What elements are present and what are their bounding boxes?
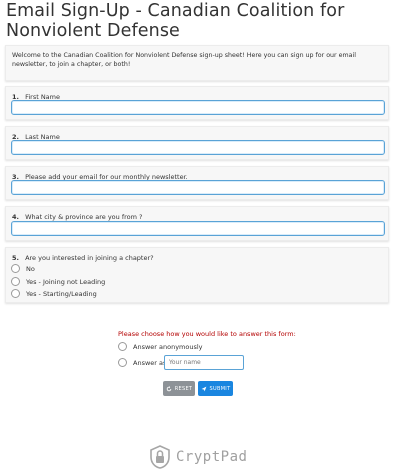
radio-button[interactable]	[11, 289, 20, 298]
option-label: No	[26, 264, 35, 273]
cryptpad-logo-icon	[150, 445, 170, 469]
intro-card: Welcome to the Canadian Coalition for No…	[5, 45, 389, 81]
form-page: Email Sign-Up - Canadian Coalition for N…	[0, 0, 400, 475]
reset-label: RESET	[174, 385, 193, 392]
last-name-input[interactable]	[11, 140, 385, 155]
question-number: 5.	[12, 254, 19, 262]
send-icon	[201, 386, 206, 391]
first-name-input[interactable]	[11, 100, 385, 115]
submit-button[interactable]: SUBMIT	[198, 381, 233, 396]
radio-button[interactable]	[118, 358, 127, 367]
reset-button[interactable]: RESET	[163, 381, 195, 396]
cryptpad-brand-text: CryptPad	[176, 449, 248, 465]
cryptpad-logo: CryptPad	[150, 445, 247, 469]
option-label: Yes - Joining not Leading	[26, 277, 106, 286]
answer-as-option[interactable]: Answer as	[118, 358, 166, 367]
email-input[interactable]	[11, 180, 385, 195]
answer-anonymously-option[interactable]: Answer anonymously	[118, 342, 203, 351]
option-yes-joining[interactable]: Yes - Joining not Leading	[11, 277, 105, 286]
question-label: What city & province are you from ?	[25, 213, 143, 221]
question-2: 2. Last Name	[5, 126, 389, 160]
city-province-input[interactable]	[11, 221, 385, 236]
question-number: 4.	[12, 213, 19, 221]
answer-anonymously-label: Answer anonymously	[133, 342, 203, 351]
option-label: Yes - Starting/Leading	[26, 289, 97, 298]
reset-icon	[166, 385, 171, 391]
question-3: 3. Please add your email for our monthly…	[5, 166, 389, 200]
question-5: 5. Are you interested in joining a chapt…	[5, 247, 389, 303]
submit-label: SUBMIT	[209, 385, 231, 392]
question-4: 4. What city & province are you from ?	[5, 206, 389, 241]
radio-button[interactable]	[11, 277, 20, 286]
question-label: Are you interested in joining a chapter?	[25, 254, 154, 262]
radio-button[interactable]	[11, 264, 20, 273]
answer-as-label: Answer as	[133, 358, 167, 367]
radio-button[interactable]	[118, 342, 127, 351]
answer-mode-prompt: Please choose how you would like to answ…	[118, 330, 296, 338]
intro-text: Welcome to the Canadian Coalition for No…	[12, 52, 357, 68]
question-1: 1. First Name	[5, 86, 389, 120]
page-title: Email Sign-Up - Canadian Coalition for N…	[6, 1, 345, 41]
your-name-input[interactable]	[164, 355, 244, 370]
option-no[interactable]: No	[11, 264, 35, 273]
option-yes-starting[interactable]: Yes - Starting/Leading	[11, 289, 97, 298]
